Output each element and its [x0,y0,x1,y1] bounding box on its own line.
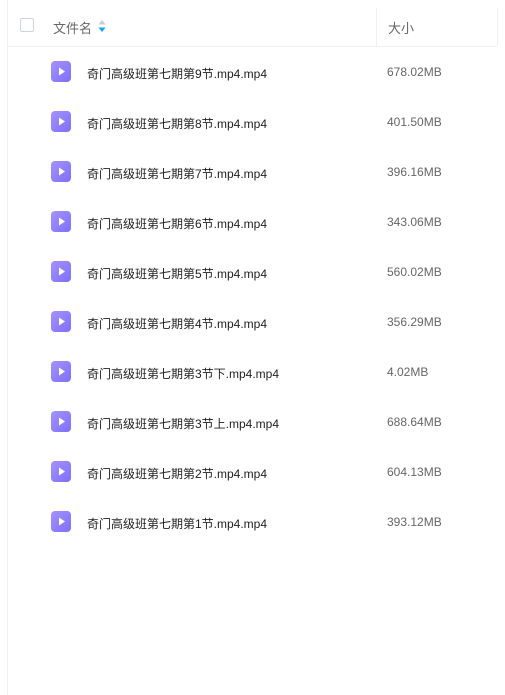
file-name[interactable]: 奇门高级班第七期第9节.mp4.mp4 [87,65,267,82]
file-name[interactable]: 奇门高级班第七期第4节.mp4.mp4 [87,315,267,332]
column-separator-right[interactable] [497,8,498,46]
file-name[interactable]: 奇门高级班第七期第8节.mp4.mp4 [87,115,267,132]
column-separator[interactable] [376,8,377,46]
column-header-name[interactable]: 文件名 [53,18,92,37]
video-file-icon [51,261,71,282]
file-size: 401.50MB [387,115,442,129]
file-size: 343.06MB [387,215,442,229]
file-row[interactable]: 奇门高级班第七期第9节.mp4.mp4 678.02MB [0,47,505,97]
video-file-icon [51,361,71,382]
video-file-icon [51,411,71,432]
file-size: 4.02MB [387,365,429,379]
select-all-checkbox[interactable] [20,18,34,32]
file-size: 604.13MB [387,465,442,479]
file-size: 688.64MB [387,415,442,429]
video-file-icon [51,211,71,232]
file-size: 396.16MB [387,165,442,179]
sort-icon[interactable] [98,20,106,32]
file-name[interactable]: 奇门高级班第七期第3节上.mp4.mp4 [87,415,279,432]
file-row[interactable]: 奇门高级班第七期第2节.mp4.mp4 604.13MB [0,447,505,497]
file-name[interactable]: 奇门高级班第七期第5节.mp4.mp4 [87,265,267,282]
file-size: 356.29MB [387,315,442,329]
video-file-icon [51,111,71,132]
file-row[interactable]: 奇门高级班第七期第8节.mp4.mp4 401.50MB [0,97,505,147]
file-row[interactable]: 奇门高级班第七期第3节下.mp4.mp4 4.02MB [0,347,505,397]
file-size: 678.02MB [387,65,442,79]
file-row[interactable]: 奇门高级班第七期第1节.mp4.mp4 393.12MB [0,497,505,547]
file-name[interactable]: 奇门高级班第七期第7节.mp4.mp4 [87,165,267,182]
file-name[interactable]: 奇门高级班第七期第6节.mp4.mp4 [87,215,267,232]
file-list-header: 文件名 大小 [7,0,498,47]
video-file-icon [51,161,71,182]
column-header-size[interactable]: 大小 [388,18,414,37]
file-size: 393.12MB [387,515,442,529]
file-size: 560.02MB [387,265,442,279]
file-row[interactable]: 奇门高级班第七期第5节.mp4.mp4 560.02MB [0,247,505,297]
file-list: 奇门高级班第七期第9节.mp4.mp4 678.02MB 奇门高级班第七期第8节.m… [0,47,505,547]
file-row[interactable]: 奇门高级班第七期第6节.mp4.mp4 343.06MB [0,197,505,247]
file-row[interactable]: 奇门高级班第七期第4节.mp4.mp4 356.29MB [0,297,505,347]
video-file-icon [51,511,71,532]
video-file-icon [51,461,71,482]
file-name[interactable]: 奇门高级班第七期第2节.mp4.mp4 [87,465,267,482]
file-row[interactable]: 奇门高级班第七期第7节.mp4.mp4 396.16MB [0,147,505,197]
video-file-icon [51,61,71,82]
file-name[interactable]: 奇门高级班第七期第1节.mp4.mp4 [87,515,267,532]
file-name[interactable]: 奇门高级班第七期第3节下.mp4.mp4 [87,365,279,382]
file-row[interactable]: 奇门高级班第七期第3节上.mp4.mp4 688.64MB [0,397,505,447]
video-file-icon [51,311,71,332]
